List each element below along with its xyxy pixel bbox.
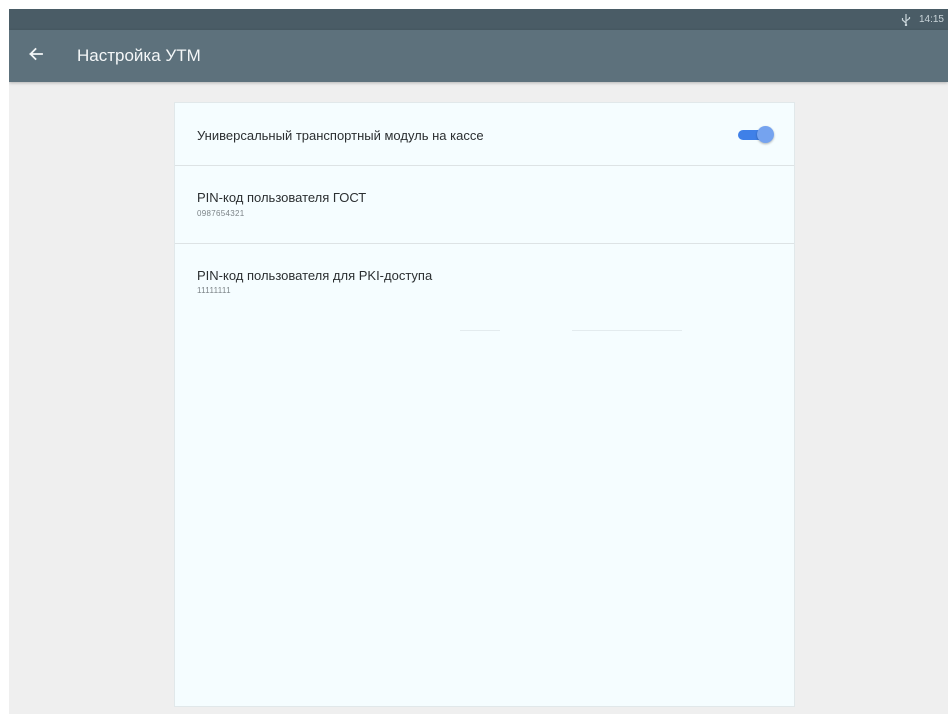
pref-pki-pin[interactable]: PIN-код пользователя для PKI-доступа 111… [175,244,794,320]
faint-divider [572,330,682,331]
pref-title: PIN-код пользователя для PKI-доступа [197,268,433,283]
status-time: 14:15 [918,14,944,25]
toggle-thumb [757,126,774,143]
back-button[interactable] [23,43,49,69]
app-bar: Настройка УТМ [9,30,948,82]
pref-gost-pin[interactable]: PIN-код пользователя ГОСТ 0987654321 [175,166,794,244]
usb-icon [901,13,911,26]
utm-enabled-toggle[interactable] [736,125,774,145]
status-bar: 14:15 [9,9,948,30]
pref-summary: 0987654321 [197,209,245,218]
pref-title: PIN-код пользователя ГОСТ [197,190,367,205]
arrow-left-icon [29,47,43,66]
settings-card: Универсальный транспортный модуль на кас… [174,102,795,707]
pref-title: Универсальный транспортный модуль на кас… [197,128,484,143]
faint-divider [460,330,500,331]
status-indicators: 14:15 [901,9,944,30]
page-title: Настройка УТМ [77,46,201,65]
android-screen: 14:15 Настройка УТМ Универсальный трансп… [9,9,948,714]
pref-summary: 11111111 [197,286,231,295]
pref-utm-at-register[interactable]: Универсальный транспортный модуль на кас… [175,103,794,166]
